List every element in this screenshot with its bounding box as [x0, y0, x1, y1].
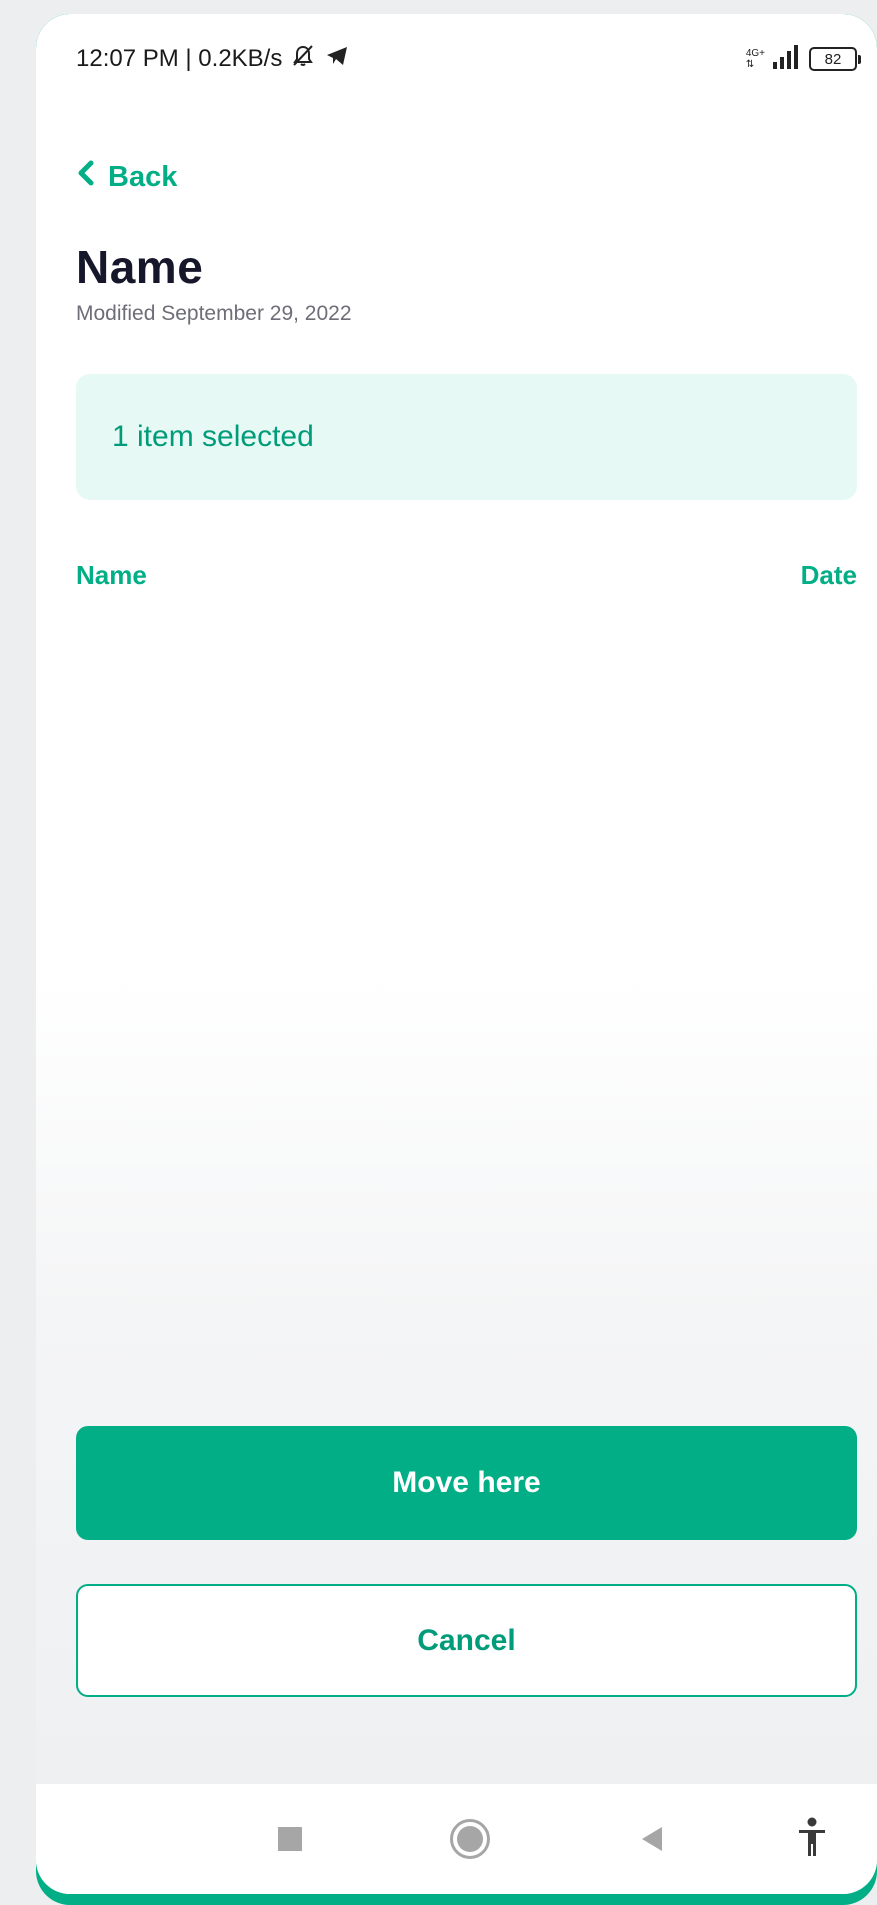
selection-count: 1 item selected [112, 420, 314, 453]
status-time: 12:07 PM | 0.2KB/s [76, 45, 283, 72]
modified-date: Modified September 29, 2022 [76, 302, 352, 325]
column-header-date[interactable]: Date [801, 560, 857, 591]
signal-icon [773, 44, 801, 74]
home-button[interactable] [430, 1784, 510, 1894]
chevron-left-icon [76, 160, 94, 194]
status-bar: 12:07 PM | 0.2KB/s 4G+ ⇅ 82 [36, 14, 877, 94]
column-header-name[interactable]: Name [76, 560, 147, 591]
back-label: Back [108, 160, 178, 193]
network-type-label: 4G+ [745, 48, 765, 59]
status-left: 12:07 PM | 0.2KB/s [76, 42, 350, 76]
home-icon [450, 1819, 490, 1859]
recents-icon [278, 1827, 302, 1851]
telegram-icon [324, 43, 350, 76]
app-screen: 12:07 PM | 0.2KB/s 4G+ ⇅ 82 Back Name Mo… [36, 14, 877, 1894]
selection-banner: 1 item selected [76, 374, 857, 500]
move-here-button[interactable]: Move here [76, 1426, 857, 1540]
battery-icon: 82 [809, 47, 861, 71]
data-arrows-icon: ⇅ [745, 59, 755, 70]
page-title: Name [76, 241, 204, 293]
folder-list [76, 614, 857, 1414]
system-back-button[interactable] [612, 1784, 692, 1894]
recents-button[interactable] [250, 1784, 330, 1894]
accessibility-button[interactable] [772, 1784, 852, 1894]
back-icon [642, 1827, 662, 1851]
accessibility-icon [797, 1817, 827, 1862]
move-here-label: Move here [392, 1466, 541, 1499]
cancel-button[interactable]: Cancel [76, 1584, 857, 1697]
cancel-label: Cancel [417, 1623, 516, 1657]
muted-bell-icon [290, 43, 316, 76]
back-button[interactable]: Back [76, 154, 177, 200]
status-right: 4G+ ⇅ 82 [746, 42, 861, 76]
battery-level: 82 [824, 50, 842, 68]
navigation-bar [36, 1784, 877, 1894]
phone-frame: 12:07 PM | 0.2KB/s 4G+ ⇅ 82 Back Name Mo… [36, 14, 877, 1905]
network-type: 4G+ ⇅ [746, 48, 765, 70]
